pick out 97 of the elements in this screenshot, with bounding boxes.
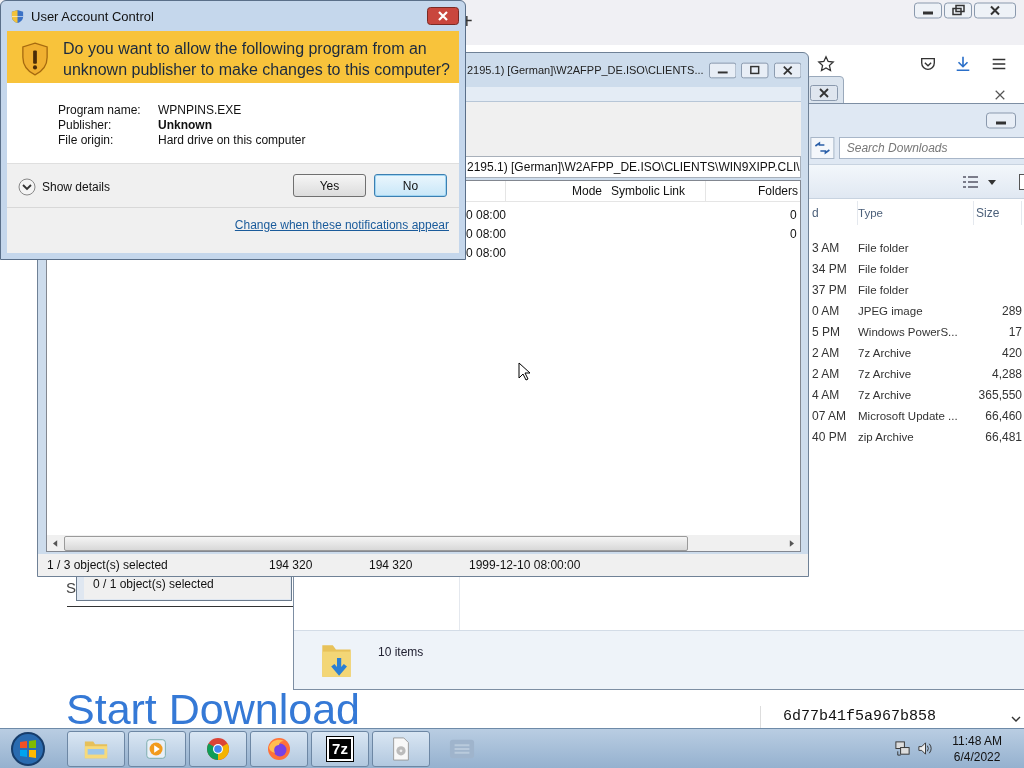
close-button[interactable] bbox=[810, 85, 838, 101]
close-icon[interactable] bbox=[994, 89, 1006, 101]
date-cell-text: 2 AM bbox=[812, 345, 841, 360]
firefox-icon bbox=[266, 736, 292, 761]
status-text: 1 / 3 object(s) selected bbox=[47, 558, 169, 572]
type-cell-text: zip Archive bbox=[858, 430, 915, 443]
prompt-text: Do you want to allow the following program from an unknown publisher to make changes to this computer? bbox=[63, 39, 451, 79]
start-download-heading[interactable]: Start Download bbox=[66, 691, 360, 728]
download-icon[interactable] bbox=[954, 55, 972, 73]
date-cell-text: 5 PM bbox=[812, 324, 841, 339]
type-cell-text: Microsoft Update ... bbox=[858, 409, 959, 422]
type-cell-text: File folder bbox=[858, 241, 910, 254]
size-cell-text: 420 bbox=[1000, 345, 1022, 360]
window-title: 2195.1) [German]\W2AFPP_DE.ISO\CLIENTS... bbox=[467, 64, 704, 76]
clock-time[interactable]: 11:48 AM bbox=[952, 732, 1002, 749]
date-cell-text: 37 PM bbox=[812, 282, 848, 297]
column-header[interactable]: Size bbox=[974, 201, 1022, 225]
horizontal-scrollbar[interactable] bbox=[47, 535, 800, 551]
start-button[interactable] bbox=[10, 730, 46, 767]
bookmark-star-icon[interactable] bbox=[817, 55, 835, 73]
folders-cell: 0 bbox=[790, 226, 798, 241]
type-cell-text: File folder bbox=[858, 262, 910, 275]
chevron-icon bbox=[18, 178, 36, 196]
maximize-button[interactable] bbox=[741, 61, 769, 79]
date-cell-text: 07 AM bbox=[812, 408, 848, 423]
taskbar-button[interactable] bbox=[128, 730, 186, 767]
type-cell-text: 7z Archive bbox=[858, 388, 913, 401]
view-options-icon[interactable] bbox=[962, 174, 998, 189]
field-value: WPNPINS.EXE bbox=[158, 103, 242, 117]
pocket-icon[interactable] bbox=[919, 55, 937, 73]
modified-cell: 0 08:00 bbox=[466, 226, 506, 241]
field-label: Program name: bbox=[58, 103, 142, 117]
app-logo: 7z bbox=[327, 736, 353, 761]
column-header[interactable]: Mode bbox=[506, 184, 606, 198]
mouse-cursor-icon bbox=[518, 362, 530, 381]
size-cell-text: 4,288 bbox=[990, 366, 1022, 381]
item-count: 10 items bbox=[378, 644, 424, 659]
column-header[interactable]: Symbolic Link bbox=[606, 181, 706, 201]
volume-icon[interactable] bbox=[917, 740, 935, 757]
show-details-toggle[interactable]: Show details bbox=[18, 178, 111, 196]
status-text: 194 320 bbox=[369, 558, 414, 572]
column-header[interactable]: d bbox=[812, 201, 858, 225]
date-cell-text: 0 AM bbox=[812, 303, 841, 318]
window-title: User Account Control bbox=[31, 8, 155, 24]
minimize-button[interactable] bbox=[914, 2, 942, 19]
taskbar-button[interactable] bbox=[372, 730, 430, 767]
warning-shield-icon bbox=[21, 42, 49, 76]
status-text: 1999-12-10 08:00:00 bbox=[469, 558, 581, 572]
close-button[interactable] bbox=[773, 61, 801, 79]
field-value: Hard drive on this computer bbox=[158, 133, 306, 147]
shield-icon bbox=[10, 8, 25, 24]
modified-cell: 0 08:00 bbox=[466, 245, 506, 260]
type-cell-text: File folder bbox=[858, 283, 910, 296]
page-text: S bbox=[66, 579, 76, 596]
size-cell-text: 17 bbox=[1007, 324, 1022, 339]
size-cell-text: 289 bbox=[1000, 303, 1022, 318]
taskbar-button[interactable]: 7z bbox=[311, 730, 369, 767]
type-cell-text: 7z Archive bbox=[858, 346, 913, 359]
field-label: File origin: bbox=[58, 133, 115, 147]
status-bar: 0 / 1 object(s) selected bbox=[84, 575, 290, 599]
type-cell-text: JPEG image bbox=[858, 304, 924, 317]
taskbar-button[interactable] bbox=[250, 730, 308, 767]
date-cell-text: 34 PM bbox=[812, 261, 848, 276]
chrome-icon bbox=[205, 736, 231, 761]
scrollbar-thumb[interactable] bbox=[64, 535, 688, 551]
modified-cell: 0 08:00 bbox=[466, 207, 506, 222]
size-cell-text: 66,460 bbox=[984, 408, 1022, 423]
type-cell-text: 7z Archive bbox=[858, 367, 913, 380]
status-text: 194 320 bbox=[269, 558, 314, 572]
size-cell-text: 365,550 bbox=[977, 387, 1022, 402]
column-header[interactable]: Folders bbox=[706, 184, 798, 198]
date-cell-text: 3 AM bbox=[812, 240, 841, 255]
scroll-down-icon[interactable] bbox=[1011, 715, 1021, 723]
scroll-left-icon[interactable] bbox=[53, 539, 58, 547]
folders-cell: 0 bbox=[790, 207, 798, 222]
date-cell-text: 2 AM bbox=[812, 366, 841, 381]
taskbar-button[interactable] bbox=[67, 730, 125, 767]
field-value: Unknown bbox=[158, 118, 212, 132]
date-cell-text: 40 PM bbox=[812, 429, 848, 444]
close-button[interactable] bbox=[427, 7, 459, 25]
restore-button[interactable] bbox=[944, 2, 972, 19]
size-cell-text: 66,481 bbox=[984, 429, 1022, 444]
scroll-right-icon[interactable] bbox=[789, 539, 794, 547]
notification-settings-link[interactable]: Change when these notifications appear bbox=[234, 218, 449, 232]
refresh-button[interactable] bbox=[810, 137, 835, 159]
search-field[interactable]: Search Downloads bbox=[838, 137, 1024, 159]
dialog-button[interactable]: Yes bbox=[293, 174, 366, 197]
type-cell-text: Windows PowerS... bbox=[858, 325, 959, 338]
column-header[interactable]: Type bbox=[858, 201, 974, 225]
close-button[interactable] bbox=[974, 2, 1016, 19]
field-label: Publisher: bbox=[58, 118, 113, 132]
dialog-button[interactable]: No bbox=[374, 174, 447, 197]
minimize-button[interactable] bbox=[986, 112, 1016, 129]
date-cell-text: 4 AM bbox=[812, 387, 841, 402]
network-icon[interactable] bbox=[894, 740, 912, 757]
clock-date[interactable]: 6/4/2022 bbox=[953, 748, 1001, 765]
taskbar-button[interactable] bbox=[189, 730, 247, 767]
